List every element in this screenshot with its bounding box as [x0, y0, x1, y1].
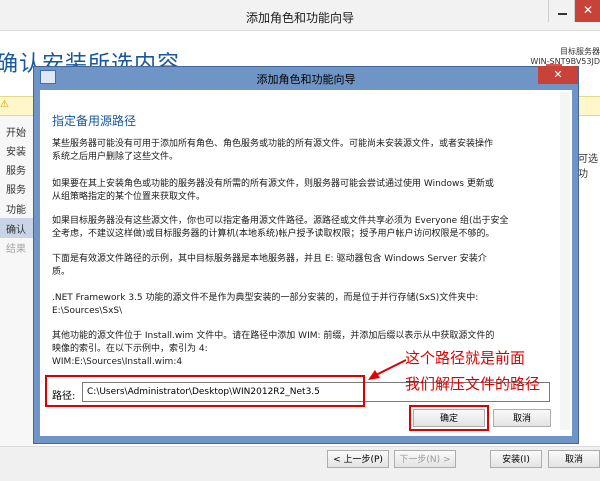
minimize-button[interactable] [548, 0, 575, 22]
nav-item-results: 结果 [6, 244, 26, 255]
path-highlight-box [45, 375, 365, 407]
dialog-scrollbar[interactable] [560, 92, 570, 430]
nav-item-server[interactable]: 服务 [6, 162, 26, 177]
cancel-button[interactable]: 取消 [548, 450, 600, 468]
nav-item-confirm[interactable]: 确认 [6, 221, 26, 236]
optional-text: 可选功 [578, 154, 598, 180]
next-button: 下一步(N) > [394, 450, 456, 468]
dialog-cancel-button[interactable]: 取消 [493, 409, 551, 427]
ok-highlight-box [409, 405, 489, 431]
nav-item-start[interactable]: 开始 [6, 124, 26, 139]
nav-item-server-roles[interactable]: 服务 [6, 181, 26, 196]
close-icon[interactable]: ✕ [538, 66, 578, 84]
warning-icon: ⚠ [0, 99, 9, 110]
paragraph: 某些服务器可能没有可用于添加所有角色、角色服务或功能的所有源文件。可能尚未安装源… [52, 139, 494, 162]
paragraph: 如果要在其上安装角色或功能的服务器没有所需的所有源文件，则服务器可能会尝试通过使… [52, 179, 494, 202]
section-title: 指定备用源路径 [52, 114, 137, 128]
annotation-text: 这个路径就是前面 [405, 349, 526, 367]
target-server-label: 目标服务器 [560, 47, 600, 56]
dialog-title: 添加角色和功能向导 [256, 73, 356, 86]
paragraph: 下面是有效源文件路径的示例，其中目标服务器是本地服务器，并且 E: 驱动器包含 … [52, 254, 487, 277]
paragraph: 如果目标服务器没有这些源文件，你也可以指定备用源文件路径。源路径或文件共享必须为… [52, 216, 509, 239]
nav-item-features[interactable]: 功能 [6, 201, 26, 216]
annotation-arrow-icon [368, 359, 407, 380]
nav-item-install-type[interactable]: 安装 [6, 143, 26, 158]
previous-button[interactable]: < 上一步(P) [327, 450, 389, 468]
paragraph: .NET Framework 3.5 功能的源文件不是作为典型安装的一部分安装的… [52, 293, 479, 316]
annotation-text: 我们解压文件的路径 [405, 375, 541, 393]
close-icon[interactable]: ✕ [574, 0, 600, 22]
install-button[interactable]: 安装(I) [490, 450, 542, 468]
wizard-window-title: 添加角色和功能向导 [245, 11, 354, 25]
